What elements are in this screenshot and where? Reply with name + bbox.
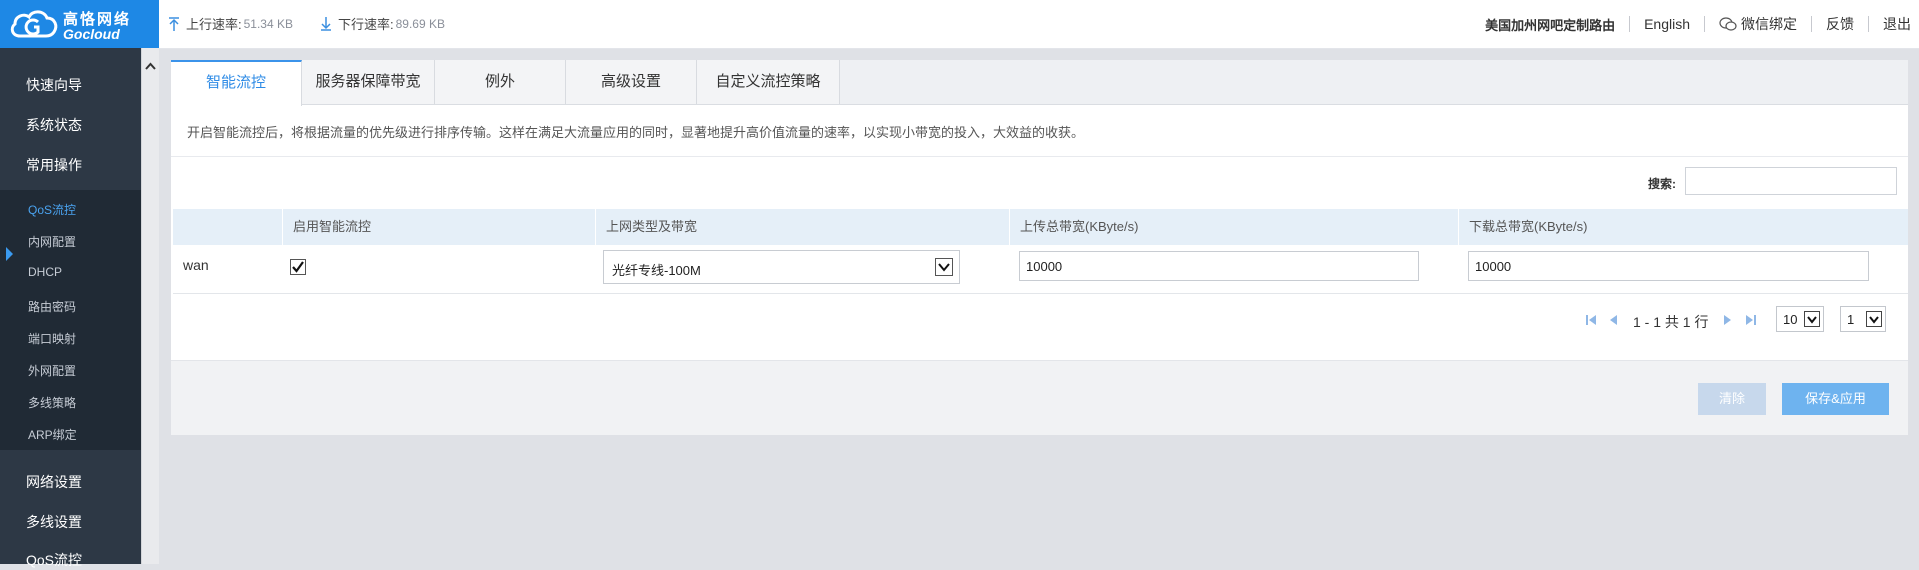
sidebar-sub-router-password[interactable]: 路由密码: [28, 298, 76, 315]
main-panel: 智能流控 服务器保障带宽 例外 高级设置 自定义流控策略 开启智能流控后，将根据…: [171, 60, 1908, 435]
top-nav: 美国加州网吧定制路由 English 微信绑定 反馈 退出: [1471, 13, 1919, 35]
save-apply-button[interactable]: 保存&应用: [1782, 383, 1889, 415]
wechat-icon: [1719, 16, 1737, 31]
top-bar: 高恪网络 Gocloud 上行速率: 51.34 KB 下行速率: 89.69 …: [0, 0, 1919, 49]
sidebar-item-quick-guide[interactable]: 快速向导: [26, 75, 82, 95]
brand-logo[interactable]: 高恪网络 Gocloud: [0, 0, 159, 48]
page-size-select[interactable]: 10: [1776, 306, 1824, 332]
sidebar-sub-wan-config[interactable]: 外网配置: [28, 362, 76, 379]
column-header-type: 上网类型及带宽: [595, 209, 1009, 245]
connection-type-select[interactable]: 光纤专线-100M: [603, 250, 960, 284]
last-page-icon[interactable]: [1744, 313, 1758, 327]
wechat-bind-label: 微信绑定: [1741, 16, 1797, 32]
upload-bandwidth-input[interactable]: 10000: [1019, 251, 1419, 281]
search-label: 搜索:: [1648, 177, 1676, 191]
sidebar-item-common-ops[interactable]: 常用操作: [26, 155, 82, 175]
logout-link[interactable]: 退出: [1869, 14, 1919, 34]
column-header-name: [173, 209, 282, 245]
column-header-download: 下载总带宽(KByte/s): [1458, 209, 1908, 245]
tab-smart-qos[interactable]: 智能流控: [171, 60, 302, 106]
first-page-icon[interactable]: [1584, 313, 1598, 327]
active-marker-icon: [6, 247, 13, 261]
upload-rate-value: 51.34 KB: [243, 16, 293, 31]
page-size-value: 10: [1783, 312, 1798, 327]
table-header: 启用智能流控 上网类型及带宽 上传总带宽(KByte/s) 下载总带宽(KByt…: [173, 209, 1908, 245]
upload-rate: 上行速率: 51.34 KB: [168, 14, 293, 33]
cloud-logo-icon: [10, 10, 58, 38]
english-link[interactable]: English: [1630, 16, 1704, 32]
search-input[interactable]: [1685, 167, 1897, 195]
arrow-down-icon: [321, 16, 331, 31]
chevron-down-icon: [1866, 311, 1882, 327]
sidebar-item-qos[interactable]: QoS流控: [26, 550, 82, 570]
sidebar-sub-lan-config[interactable]: 内网配置: [28, 233, 76, 250]
page-number-value: 1: [1847, 312, 1855, 327]
tab-custom-policy[interactable]: 自定义流控策略: [697, 60, 840, 104]
interface-name: wan: [183, 257, 209, 273]
sidebar-scrollbar[interactable]: [141, 48, 159, 564]
tab-server-bandwidth[interactable]: 服务器保障带宽: [302, 60, 435, 104]
download-bandwidth-input[interactable]: 10000: [1468, 251, 1869, 281]
sidebar-item-multiline-settings[interactable]: 多线设置: [26, 512, 82, 532]
scroll-up-icon[interactable]: [145, 62, 156, 70]
description-text: 开启智能流控后，将根据流量的优先级进行排序传输。这样在满足大流量应用的同时，显著…: [187, 125, 1085, 140]
download-rate-label: 下行速率:: [338, 17, 394, 32]
enable-smart-qos-checkbox[interactable]: [290, 259, 306, 275]
arrow-up-icon: [169, 16, 179, 31]
download-rate-value: 89.69 KB: [395, 16, 445, 31]
sidebar-item-network-settings[interactable]: 网络设置: [26, 472, 82, 492]
sidebar-submenu: [0, 190, 141, 450]
download-rate: 下行速率: 89.69 KB: [320, 14, 445, 33]
column-header-upload: 上传总带宽(KByte/s): [1009, 209, 1458, 245]
sidebar-sub-qos[interactable]: QoS流控: [28, 201, 76, 218]
divider: [171, 156, 1908, 157]
checkmark-icon: [292, 261, 304, 273]
sidebar-item-system-status[interactable]: 系统状态: [26, 115, 82, 135]
pagination-summary: 1 - 1 共 1 行: [1633, 314, 1709, 330]
chevron-down-icon: [1804, 311, 1820, 327]
tab-advanced[interactable]: 高级设置: [566, 60, 697, 104]
router-name-link[interactable]: 美国加州网吧定制路由: [1471, 15, 1629, 34]
wechat-bind-link[interactable]: 微信绑定: [1705, 14, 1811, 34]
chevron-down-icon: [935, 258, 953, 276]
sidebar-sub-dhcp[interactable]: DHCP: [28, 265, 62, 279]
column-header-enable: 启用智能流控: [282, 209, 595, 245]
page-number-select[interactable]: 1: [1840, 306, 1886, 332]
sidebar-sub-arp-binding[interactable]: ARP绑定: [28, 426, 77, 443]
panel-footer: [171, 360, 1908, 435]
next-page-icon[interactable]: [1722, 313, 1734, 327]
tab-bar: 智能流控 服务器保障带宽 例外 高级设置 自定义流控策略: [171, 60, 1908, 106]
sidebar-sub-port-mapping[interactable]: 端口映射: [28, 330, 76, 347]
brand-name-en: Gocloud: [63, 26, 120, 42]
clear-button[interactable]: 清除: [1698, 383, 1766, 415]
prev-page-icon[interactable]: [1607, 313, 1619, 327]
sidebar: 快速向导 系统状态 常用操作 QoS流控 内网配置 DHCP 路由密码 端口映射…: [0, 48, 141, 568]
upload-rate-label: 上行速率:: [186, 17, 242, 32]
sidebar-sub-multiline-policy[interactable]: 多线策略: [28, 394, 76, 411]
connection-type-value: 光纤专线-100M: [612, 263, 701, 278]
feedback-link[interactable]: 反馈: [1812, 14, 1868, 34]
tab-exceptions[interactable]: 例外: [435, 60, 566, 104]
